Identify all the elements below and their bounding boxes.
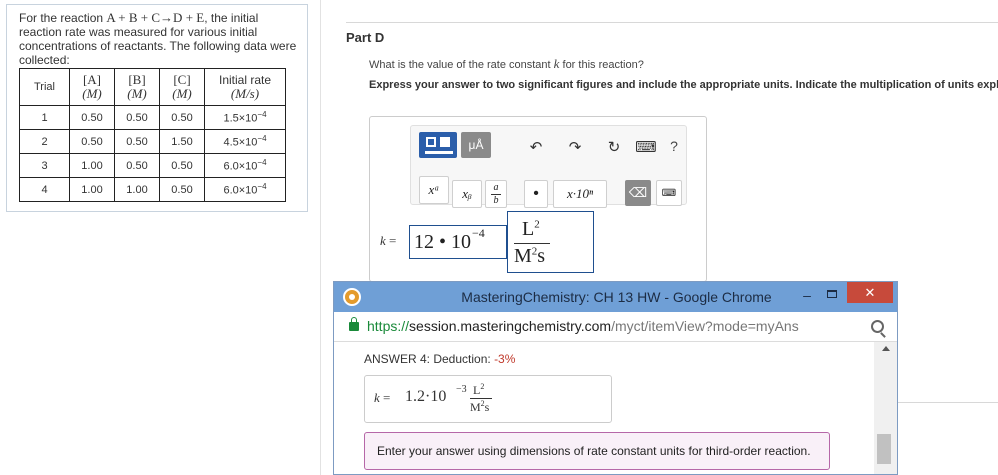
answer-units-numerator: L2 [473,382,485,397]
superscript-button[interactable]: xᵃ [419,176,449,204]
reset-icon[interactable]: ↻ [601,138,627,156]
submitted-answer: k = 1.2·10 −3 L2 M2s [364,375,612,423]
table-row: 1 0.50 0.50 0.50 1.5×10−4 [19,105,286,130]
column-divider [320,0,321,475]
cell-conc-b: 0.50 [114,153,160,178]
units-button[interactable]: μÅ [461,132,491,158]
backspace-icon[interactable]: ⌫ [625,180,651,206]
redo-icon[interactable]: ↷ [564,138,586,156]
cell-rate: 4.5×10−4 [204,129,286,154]
part-divider [346,22,998,23]
section-divider [898,402,998,403]
lock-icon [349,317,359,331]
units-denominator: M2s [514,245,546,267]
header-initial-rate: Initial rate (M/s) [204,68,286,106]
address-bar[interactable]: https://session.masteringchemistry.com/m… [334,312,897,342]
minimize-button[interactable]: – [797,287,817,305]
help-icon[interactable]: ? [667,137,681,155]
cell-rate: 6.0×10−4 [204,153,286,178]
k-equals-label: k = [380,233,397,248]
cell-conc-a: 0.50 [69,105,115,130]
table-row: 4 1.00 1.00 0.50 6.0×10−4 [19,177,286,202]
cell-conc-c: 0.50 [159,153,205,178]
template-line-icon [425,151,453,154]
zoom-icon[interactable] [871,320,884,333]
header-conc-a: [A] (M) [69,68,115,106]
subscript-button[interactable]: xᵦ [452,180,482,208]
reaction-equation: A + B + C→D + E [106,10,205,25]
units-numerator: L2 [522,218,540,240]
table-row: 2 0.50 0.50 1.50 4.5×10−4 [19,129,286,154]
window-titlebar[interactable]: MasteringChemistry: CH 13 HW - Google Ch… [334,282,897,312]
cell-rate: 6.0×10−4 [204,177,286,202]
templates-button[interactable] [419,132,457,158]
answer-exponent: −3 [456,384,467,395]
header-trial: Trial [19,68,70,106]
scientific-notation-button[interactable]: x·10ⁿ [553,180,607,208]
cell-conc-b: 0.50 [114,129,160,154]
keyboard-icon[interactable]: ⌨ [635,139,657,156]
table-row: 3 1.00 0.50 0.50 6.0×10−4 [19,153,286,178]
header-conc-c: [C] (M) [159,68,205,106]
cell-conc-c: 0.50 [159,105,205,130]
cell-trial: 1 [19,105,70,130]
scrollbar[interactable] [874,342,897,474]
header-conc-b: [B] (M) [114,68,160,106]
maximize-button[interactable] [822,287,842,305]
answer-area: μÅ ↶ ↷ ↻ ⌨ ? xᵃ xᵦ ab • x·10ⁿ ⌫ ⌨ k = 12… [369,116,707,282]
problem-statement: For the reaction A + B + C→D + E, the in… [19,10,301,68]
cell-conc-b: 1.00 [114,177,160,202]
cell-trial: 2 [19,129,70,154]
fraction-button[interactable]: ab [485,180,507,208]
template-fill-icon [440,137,450,147]
cell-conc-a: 0.50 [69,129,115,154]
equation-toolbar: μÅ ↶ ↷ ↻ ⌨ ? xᵃ xᵦ ab • x·10ⁿ ⌫ ⌨ [410,125,687,208]
value-input[interactable]: 12 • 10 −4 [409,225,507,259]
maximize-icon [827,290,837,298]
cell-conc-c: 0.50 [159,177,205,202]
url-text[interactable]: https://session.masteringchemistry.com/m… [367,318,799,334]
multiplication-dot-button[interactable]: • [524,180,548,208]
rate-data-table: Trial [A] (M) [B] (M) [C] (M) Initial rate(… [19,68,286,202]
units-fraction-bar [514,243,550,244]
answer-k-label: k = [374,390,391,405]
feedback-message: Enter your answer using dimensions of ra… [364,432,830,470]
cell-conc-b: 0.50 [114,105,160,130]
cell-trial: 3 [19,153,70,178]
template-box-icon [426,137,436,147]
scroll-up-arrow-icon[interactable] [882,346,890,351]
question-text: What is the value of the rate constant k… [369,56,644,71]
problem-intro: For the reaction [19,11,107,25]
close-button[interactable]: ✕ [847,282,893,303]
answer-value: 1.2·10 [405,388,447,405]
answer-instructions: Express your answer to two significant f… [369,79,998,91]
answer-heading: ANSWER 4: Deduction: -3% [364,352,516,366]
cell-trial: 4 [19,177,70,202]
cell-rate: 1.5×10−4 [204,105,286,130]
cell-conc-a: 1.00 [69,177,115,202]
part-title: Part D [346,30,385,45]
answer-units-denominator: M2s [470,399,490,414]
units-input[interactable]: L2 M2s [507,211,594,273]
chrome-popup-window[interactable]: MasteringChemistry: CH 13 HW - Google Ch… [333,281,898,475]
table-header-row: Trial [A] (M) [B] (M) [C] (M) Initial rate(… [19,68,286,106]
cell-conc-a: 1.00 [69,153,115,178]
scrollbar-thumb[interactable] [877,434,891,464]
cell-conc-c: 1.50 [159,129,205,154]
keyboard-toggle-icon[interactable]: ⌨ [656,180,682,206]
problem-panel: For the reaction A + B + C→D + E, the in… [6,4,308,212]
undo-icon[interactable]: ↶ [525,138,547,156]
